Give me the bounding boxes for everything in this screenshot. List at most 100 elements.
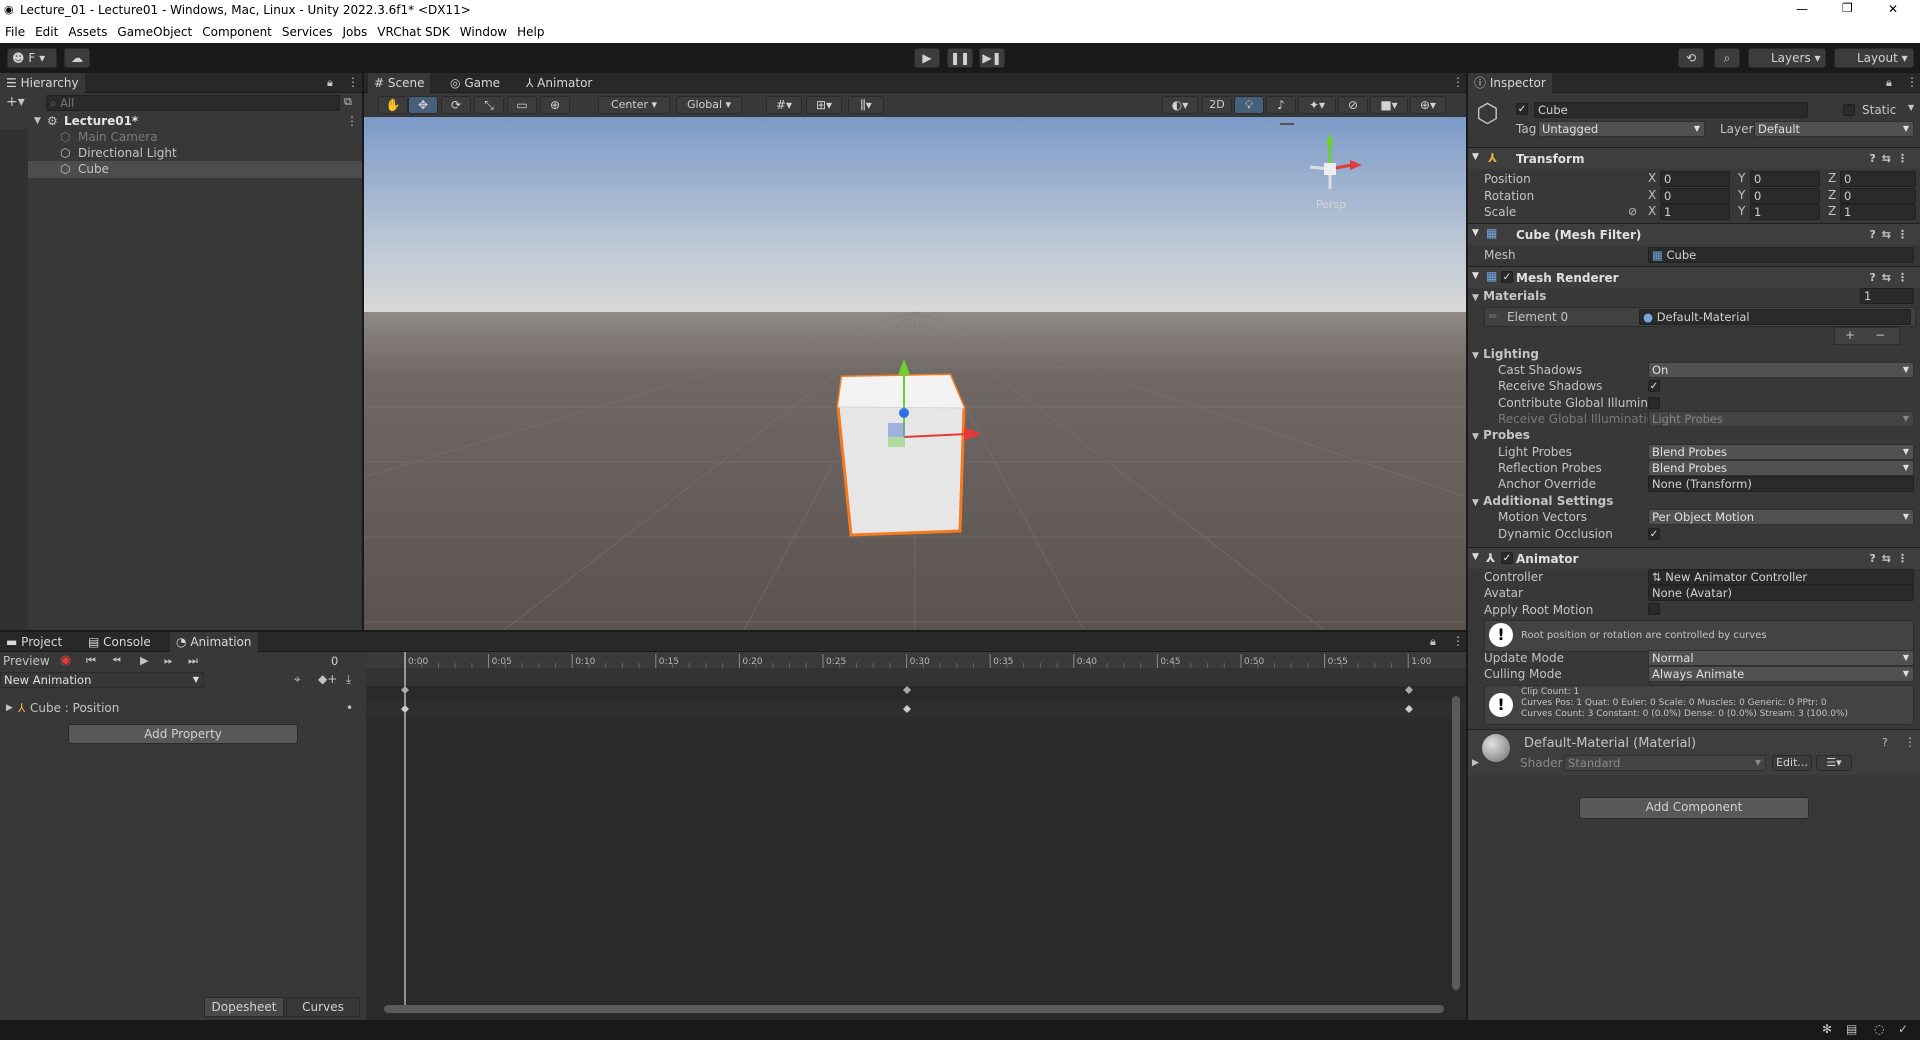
lighting-foldout[interactable]: ▼ Lighting (1472, 347, 1539, 361)
camera-settings-button[interactable]: ■▾ (1370, 96, 1408, 114)
hierarchy-item-directional-light[interactable]: ⬡ Directional Light (0, 145, 362, 162)
minimize-button[interactable]: — (1796, 2, 1808, 16)
fold-arrow-icon[interactable]: ▼ (1472, 228, 1479, 238)
add-property-button[interactable]: Add Property (68, 724, 298, 744)
remove-icon[interactable]: − (1875, 328, 1885, 342)
add-keyframe-icon[interactable]: ⌖ (294, 672, 301, 687)
component-header-icons[interactable]: ?⇆⋮ (1869, 271, 1914, 284)
property-row-cube-position[interactable]: ▶ ⅄ Cube : Position • (0, 700, 366, 717)
culling-mode-dropdown[interactable]: Always Animate (1648, 666, 1914, 682)
cast-shadows-dropdown[interactable]: On (1648, 362, 1914, 378)
debug-icon[interactable]: ✻ (1822, 1022, 1832, 1036)
lock-icon[interactable]: 🔒︎ (1430, 635, 1436, 649)
lighting-toggle-button[interactable]: 💡︎ (1234, 96, 1264, 114)
toggle-2d-button[interactable]: 2D (1202, 96, 1232, 114)
scale-y[interactable]: 1 (1750, 204, 1820, 220)
tab-game[interactable]: ◎ Game (444, 73, 506, 93)
materials-foldout[interactable]: ▼ Materials (1472, 289, 1546, 303)
kebab-menu-icon[interactable]: ⋮ (347, 75, 359, 89)
static-checkbox[interactable] (1843, 104, 1855, 116)
dynamic-occlusion-checkbox[interactable]: ✓ (1648, 528, 1660, 540)
lock-icon[interactable]: 🔒︎ (1886, 76, 1892, 90)
history-button[interactable]: ⟲ (1678, 48, 1704, 68)
update-mode-dropdown[interactable]: Normal (1648, 650, 1914, 666)
component-header-icons[interactable]: ?⇆⋮ (1869, 228, 1914, 241)
property-menu-icon[interactable]: • (346, 700, 353, 717)
close-button[interactable]: ✕ (1888, 2, 1898, 16)
event-marker-icon[interactable]: ⤓ (346, 672, 351, 687)
lock-icon[interactable]: 🔒︎ (327, 76, 333, 90)
contribute-gi-checkbox[interactable] (1648, 397, 1660, 409)
layout-dropdown[interactable]: Layout ▾ (1834, 48, 1914, 68)
fold-arrow-icon[interactable]: ▼ (1472, 152, 1479, 162)
rect-tool-button[interactable]: ▭ (507, 96, 537, 114)
animator-enabled-checkbox[interactable]: ✓ (1501, 552, 1513, 564)
move-tool-button[interactable]: ✥ (408, 96, 438, 114)
help-icon[interactable]: ? (1882, 736, 1888, 749)
apply-root-motion-checkbox[interactable] (1648, 603, 1660, 615)
tab-console[interactable]: ▤ Console (82, 632, 157, 652)
pause-button[interactable]: ❚❚ (947, 48, 973, 68)
active-checkbox[interactable]: ✓ (1516, 103, 1528, 115)
step-button[interactable]: ▶❚ (979, 48, 1005, 68)
avatar-field[interactable]: None (Avatar) (1648, 585, 1914, 601)
maximize-button[interactable]: ❐ (1842, 1, 1853, 15)
keyframes[interactable] (366, 652, 1466, 1020)
tab-project[interactable]: ▬ Project (0, 632, 68, 652)
pivot-center-dropdown[interactable]: Center ▾ (598, 96, 670, 114)
kebab-menu-icon[interactable]: ⋮ (1452, 634, 1464, 648)
gizmos-button[interactable]: ⊕▾ (1410, 96, 1446, 114)
cache-icon[interactable]: ▤ (1846, 1022, 1857, 1036)
expand-arrow-icon[interactable]: ▼ (34, 113, 41, 130)
anchor-override-field[interactable]: None (Transform) (1648, 476, 1914, 492)
transform-tool-button[interactable]: ⊕ (540, 96, 570, 114)
component-header-icons[interactable]: ?⇆⋮ (1869, 152, 1914, 165)
layers-dropdown[interactable]: Layers ▾ (1748, 48, 1826, 68)
position-y[interactable]: 0 (1750, 171, 1820, 187)
hierarchy-item-main-camera[interactable]: ⬡ Main Camera (0, 129, 362, 146)
fold-arrow-icon[interactable]: ▼ (1472, 552, 1479, 562)
menu-vrchat-sdk[interactable]: VRChat SDK (372, 22, 455, 39)
scale-x[interactable]: 1 (1660, 204, 1730, 220)
mesh-renderer-header[interactable]: ▼ ▦ ✓ Mesh Renderer ?⇆⋮ (1468, 266, 1920, 288)
layer-dropdown[interactable]: Default (1754, 121, 1914, 137)
hierarchy-item-cube[interactable]: ⬡ Cube (0, 161, 362, 178)
dopesheet-timeline[interactable]: 0:00 0:05 0:10 0:15 0:20 0:25 0:30 0:35 0:40 0:45… (366, 652, 1466, 1020)
rotate-tool-button[interactable]: ⟳ (441, 96, 471, 114)
motion-vectors-dropdown[interactable]: Per Object Motion (1648, 509, 1914, 525)
play-button[interactable]: ▶ (914, 48, 940, 68)
component-header-icons[interactable]: ?⇆⋮ (1869, 552, 1914, 565)
scale-tool-button[interactable]: ⤡ (474, 96, 504, 114)
scale-z[interactable]: 1 (1840, 204, 1916, 220)
mesh-field[interactable]: ▦ Cube (1648, 247, 1914, 263)
reflection-probes-dropdown[interactable]: Blend Probes (1648, 460, 1914, 476)
tab-hierarchy[interactable]: ☰ Hierarchy (0, 73, 85, 93)
first-key-icon[interactable]: ⏮ (86, 654, 96, 668)
fold-arrow-icon[interactable]: ▼ (1472, 271, 1479, 281)
create-button[interactable]: +▾ (6, 94, 25, 110)
menu-help[interactable]: Help (512, 22, 549, 39)
controller-field[interactable]: ⇅ New Animator Controller (1648, 569, 1914, 585)
scene-visibility-icon[interactable]: ⧉ (344, 95, 352, 109)
next-key-icon[interactable]: ⏩︎ (164, 654, 173, 668)
mesh-filter-header[interactable]: ▼ ▦ Cube (Mesh Filter) ?⇆⋮ (1468, 223, 1920, 245)
shader-options-button[interactable]: ☰▾ (1816, 755, 1852, 771)
menu-component[interactable]: Component (197, 22, 277, 39)
space-global-dropdown[interactable]: Global ▾ (676, 96, 742, 114)
record-icon[interactable]: ◉ (60, 653, 71, 668)
menu-assets[interactable]: Assets (63, 22, 112, 39)
kebab-menu-icon[interactable]: ⋮ (1906, 75, 1918, 89)
drag-handle-icon[interactable]: ═ (1489, 309, 1496, 323)
materials-count-field[interactable]: 1 (1860, 288, 1914, 304)
tab-scene[interactable]: # Scene (368, 73, 431, 93)
draw-mode-button[interactable]: ◐▾ (1162, 96, 1198, 114)
hierarchy-scene-row[interactable]: ▼ ⚙ Lecture01* ⋮ (0, 113, 362, 130)
fold-arrow-icon[interactable]: ▶ (1472, 758, 1479, 768)
additional-settings-foldout[interactable]: ▼ Additional Settings (1472, 494, 1613, 508)
horizontal-scrollbar[interactable] (384, 1005, 1444, 1013)
vertical-scrollbar[interactable] (1452, 696, 1460, 990)
grid-snap-button[interactable]: #▾ (766, 96, 802, 114)
mesh-renderer-enabled-checkbox[interactable]: ✓ (1501, 271, 1513, 283)
frame-input[interactable]: 0 (328, 654, 362, 670)
progress-icon[interactable]: ◌ (1874, 1022, 1884, 1036)
